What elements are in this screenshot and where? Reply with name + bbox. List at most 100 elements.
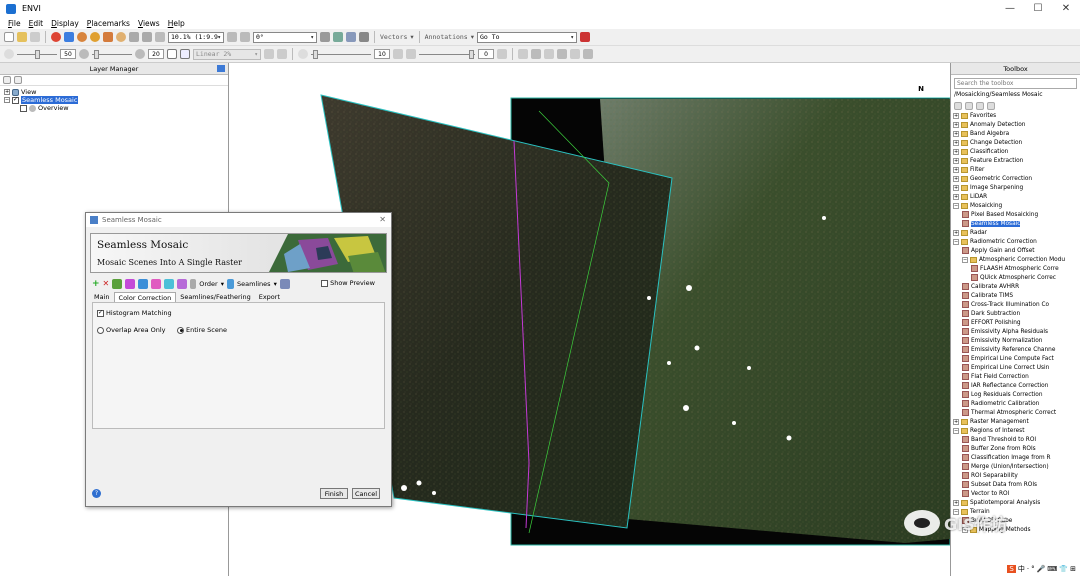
layer-row-overview[interactable]: Overview <box>4 104 224 112</box>
goto-combo[interactable]: Go To ▾ <box>476 31 577 43</box>
menu-help[interactable]: Help <box>168 19 185 28</box>
toolbox-tool[interactable]: Buffer Zone from ROIs <box>953 444 1078 453</box>
dialog-close-icon[interactable]: ✕ <box>379 215 386 224</box>
portal-icon[interactable] <box>544 49 554 59</box>
toolbox-folder[interactable]: − Mosaicking <box>953 201 1078 210</box>
toolbox-tool[interactable]: Thermal Atmospheric Correct <box>953 408 1078 417</box>
expand-icon[interactable]: + <box>953 166 959 173</box>
collapse-all-icon[interactable] <box>954 102 962 110</box>
pan-tool-icon[interactable] <box>77 32 87 42</box>
zoom-out-icon[interactable] <box>142 32 152 42</box>
minimize-button[interactable]: — <box>996 0 1024 17</box>
zoom-combo[interactable]: 10.1% (1:9.9 ▾ <box>168 31 224 43</box>
profile-icon[interactable] <box>531 49 541 59</box>
transparency-reset-icon[interactable] <box>497 49 507 59</box>
menu-placemarks[interactable]: Placemarks <box>87 19 130 28</box>
vectors-dropdown[interactable]: Vectors <box>380 33 407 41</box>
finish-button[interactable]: Finish <box>320 488 348 499</box>
tab-color-correction[interactable]: Color Correction <box>113 292 177 302</box>
toolbox-gear-icon[interactable] <box>976 102 984 110</box>
toolbox-tool[interactable]: Vector to ROI <box>953 489 1078 498</box>
stretch-preview-icon[interactable] <box>180 49 190 59</box>
refresh-icon[interactable] <box>277 49 287 59</box>
toolbox-tool[interactable]: Dark Subtraction <box>953 309 1078 318</box>
toolbox-folder[interactable]: − Regions of Interest <box>953 426 1078 435</box>
toolbox-folder[interactable]: + Filter <box>953 165 1078 174</box>
expand-all-icon[interactable] <box>14 76 22 84</box>
vector-edit-icon[interactable] <box>333 32 343 42</box>
slider-thumb[interactable] <box>313 49 318 59</box>
pin-icon[interactable] <box>217 65 225 72</box>
fly-tool-icon[interactable] <box>90 32 100 42</box>
rotation-combo[interactable]: 0° ▾ <box>253 31 317 43</box>
reset-stretch-icon[interactable] <box>264 49 274 59</box>
brightness-slider[interactable] <box>17 49 57 60</box>
expand-icon[interactable]: + <box>953 139 959 146</box>
flicker-icon[interactable] <box>570 49 580 59</box>
toolbox-tool[interactable]: Empirical Line Compute Fact <box>953 354 1078 363</box>
expand-icon[interactable]: + <box>953 184 959 191</box>
show-preview-checkbox[interactable] <box>321 279 329 287</box>
toolbox-tool[interactable]: Classification Image from R <box>953 453 1078 462</box>
expand-icon[interactable]: + <box>4 89 10 95</box>
menu-file[interactable]: File <box>8 19 21 28</box>
transparency-slider[interactable] <box>419 49 475 60</box>
histogram-icon[interactable] <box>518 49 528 59</box>
toolbox-folder[interactable]: + Favorites <box>953 111 1078 120</box>
expand-icon[interactable]: + <box>953 157 959 164</box>
roam-tool-icon[interactable] <box>116 32 126 42</box>
ime-icon[interactable]: 中 <box>1018 564 1025 574</box>
transparency-value[interactable]: 0 <box>478 49 494 59</box>
ime-icon[interactable]: 👕 <box>1059 565 1068 573</box>
overlap-only-option[interactable]: Overlap Area Only <box>97 326 166 334</box>
ime-icon[interactable]: ⌨ <box>1047 565 1057 573</box>
menu-views[interactable]: Views <box>138 19 160 28</box>
add-scenes-icon[interactable]: + <box>92 279 100 289</box>
layer-row-view[interactable]: + View <box>4 88 224 96</box>
edit-seamline-icon[interactable] <box>151 278 162 289</box>
tab-seamlines-feathering[interactable]: Seamlines/Feathering <box>176 292 255 302</box>
sharpen-slider[interactable] <box>311 49 371 60</box>
collapse-icon[interactable]: − <box>4 97 10 103</box>
cursor-value-icon[interactable] <box>51 32 61 42</box>
order-dropdown[interactable]: Order <box>199 280 217 288</box>
toolbox-tool[interactable]: Log Residuals Correction <box>953 390 1078 399</box>
rotate-tool-icon[interactable] <box>103 32 113 42</box>
toolbox-folder[interactable]: + Classification <box>953 147 1078 156</box>
toolbox-folder[interactable]: + LiDAR <box>953 192 1078 201</box>
menu-display[interactable]: Display <box>51 19 79 28</box>
blend-icon[interactable] <box>557 49 567 59</box>
toolbox-folder[interactable]: − Atmospheric Correction Modu <box>953 255 1078 264</box>
expand-icon[interactable]: + <box>953 175 959 182</box>
toolbox-tool[interactable]: Emissivity Normalization <box>953 336 1078 345</box>
toolbox-tool[interactable]: Cross-Track Illumination Co <box>953 300 1078 309</box>
stretch-type-icon[interactable] <box>167 49 177 59</box>
expand-icon[interactable]: + <box>953 130 959 137</box>
layer-row-seamless-mosaic[interactable]: − ✓ Seamless Mosaic <box>4 96 224 104</box>
toolbox-tool[interactable]: Calibrate AVHRR <box>953 282 1078 291</box>
expand-icon[interactable]: + <box>953 193 959 200</box>
annotation-icon[interactable] <box>359 32 369 42</box>
collapse-icon[interactable]: − <box>953 202 959 209</box>
expand-icon[interactable]: + <box>953 418 959 425</box>
goto-location-icon[interactable] <box>579 32 590 42</box>
tab-main[interactable]: Main <box>90 292 114 302</box>
export-seamlines-icon[interactable] <box>279 278 290 289</box>
collapse-icon[interactable]: − <box>953 427 959 434</box>
ime-icon[interactable]: ° <box>1031 565 1035 573</box>
annotations-dropdown[interactable]: Annotations <box>425 33 468 41</box>
toolbox-tool[interactable]: Flat Field Correction <box>953 372 1078 381</box>
toolbox-folder[interactable]: − Radiometric Correction <box>953 237 1078 246</box>
toolbox-folder[interactable]: + Feature Extraction <box>953 156 1078 165</box>
scene-properties-icon[interactable] <box>177 278 188 289</box>
collapse-all-icon[interactable] <box>3 76 11 84</box>
footprint-icon[interactable] <box>112 278 123 289</box>
overview-checkbox[interactable] <box>20 104 27 112</box>
close-button[interactable]: ✕ <box>1052 0 1080 17</box>
zoom-in-icon[interactable] <box>129 32 139 42</box>
new-file-icon[interactable] <box>4 32 14 42</box>
data-icon[interactable] <box>138 278 149 289</box>
overlap-only-radio[interactable] <box>97 326 104 334</box>
menu-edit[interactable]: Edit <box>29 19 44 28</box>
entire-scene-option[interactable]: Entire Scene <box>177 326 227 334</box>
